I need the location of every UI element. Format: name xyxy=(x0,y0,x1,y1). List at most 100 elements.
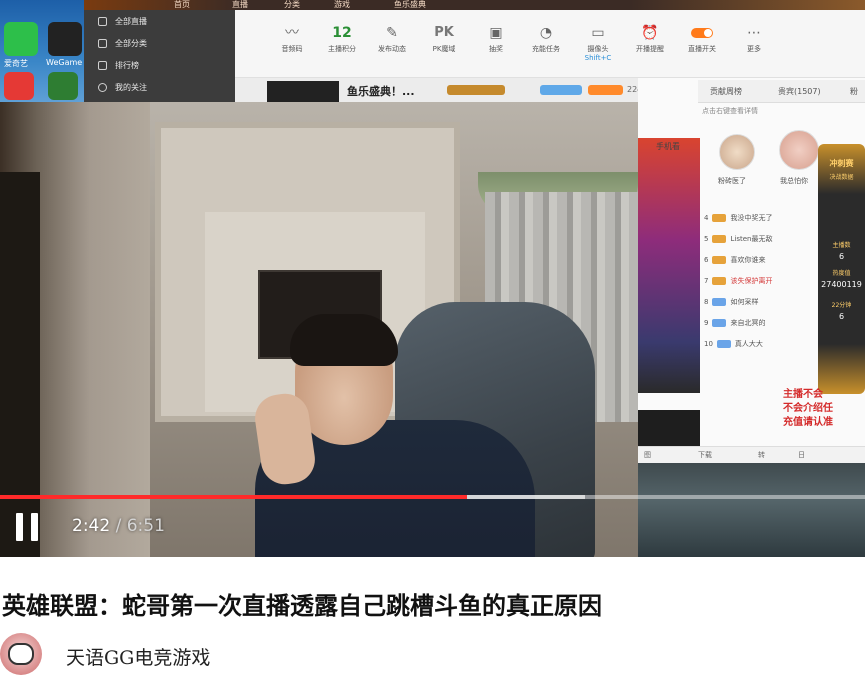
chat-tool: 下载 xyxy=(698,451,712,459)
wegame-app-icon xyxy=(48,22,82,56)
menu-label: 全部分类 xyxy=(115,39,147,48)
notice-line: 主播不会 xyxy=(783,389,823,400)
toolbar-item: ◔ 充能任务 xyxy=(524,24,568,54)
toolbar-label: PK魔域 xyxy=(432,45,456,53)
toolbar-label: 发布动态 xyxy=(378,45,406,53)
rank-number: 10 xyxy=(704,340,713,348)
notice-line: 不会介绍任 xyxy=(783,403,833,414)
event-value: 6 xyxy=(838,252,845,261)
toolbar-item: ✎ 发布动态 xyxy=(370,24,414,54)
panel-background-image xyxy=(638,463,865,557)
toolbar-label: 抽奖 xyxy=(489,45,503,53)
avatar xyxy=(719,134,755,170)
toolbar-label: 主播积分 xyxy=(328,45,356,53)
top-nav: 首页 直播 分类 游戏 鱼乐盛典 xyxy=(84,0,865,10)
category-menu: 全部直播 全部分类 排行榜 我的关注 xyxy=(84,10,235,102)
rank-name: 如何采样 xyxy=(730,298,759,306)
rank-name: Listen最无敌 xyxy=(730,235,773,243)
menu-item: 我的关注 xyxy=(98,82,147,93)
event-card: 冲刺赛 决战数据 主播数 6 热度值 27400119 22分钟 6 xyxy=(818,144,865,394)
event-value: 6 xyxy=(838,312,845,321)
chat-tool: 转 xyxy=(758,451,765,459)
rank-number: 4 xyxy=(704,214,709,222)
streamer-hair xyxy=(290,314,398,366)
mini-player xyxy=(638,410,700,446)
top-tab: 直播 xyxy=(232,0,248,9)
rank-row: 4 我没中奖无了 xyxy=(704,213,772,223)
channel-avatar[interactable] xyxy=(0,633,42,675)
panel-tab: 贵宾(1507) xyxy=(778,87,821,96)
toolbar-label: 音频码 xyxy=(281,45,303,53)
level-badge xyxy=(712,277,727,285)
menu-item: 全部直播 xyxy=(98,16,147,27)
cat-logo-icon xyxy=(8,643,34,665)
event-label: 决战数据 xyxy=(829,174,854,181)
rank-name: 该失保护离开 xyxy=(730,277,773,285)
edit-icon: ✎ xyxy=(386,25,398,41)
toolbar-label: 充能任务 xyxy=(532,45,560,53)
menu-item: 全部分类 xyxy=(98,38,147,49)
notice-line: 充值请认准 xyxy=(783,417,833,428)
top-tab: 游戏 xyxy=(334,0,350,9)
event-label: 22分钟 xyxy=(831,302,852,309)
app-icon xyxy=(4,72,34,100)
toolbar-item: ⏰ 开播提醒 xyxy=(628,24,672,54)
rank-name: 我没中奖无了 xyxy=(730,214,773,222)
top-fan-name: 我总怕你 xyxy=(780,177,808,185)
top-fan-name: 粉砖医了 xyxy=(718,177,746,185)
rank-row: 9 来自北冥的 xyxy=(704,318,765,328)
rank-number: 8 xyxy=(704,298,709,306)
toolbar-item: 12 主播积分 xyxy=(320,24,364,54)
event-label: 热度值 xyxy=(832,270,851,277)
video-title: 英雄联盟：蛇哥第一次直播透露自己跳槽斗鱼的真正原因 xyxy=(2,592,602,620)
progress-played xyxy=(0,495,468,499)
chat-toolbar: 图 下载 转 日 xyxy=(638,446,865,463)
menu-label: 我的关注 xyxy=(115,83,147,92)
toolbar-item: PK PK魔域 xyxy=(422,24,466,54)
menu-label: 排行榜 xyxy=(115,61,139,70)
badge xyxy=(588,85,623,95)
level-badge xyxy=(716,340,731,348)
time-separator: / xyxy=(110,516,127,536)
rank-name: 真人大大 xyxy=(734,340,763,348)
app-icon xyxy=(48,72,78,100)
desktop-label: 爱奇艺 xyxy=(4,59,28,68)
ad-banner xyxy=(638,138,700,393)
toolbar-item: ▭ 摄像头 Shift+C xyxy=(576,24,620,62)
panel-tab: 贡献周榜 xyxy=(710,87,742,96)
rank-row: 10 真人大大 xyxy=(704,339,763,349)
phone-watch-label: 手机看 xyxy=(656,142,680,151)
level-badge xyxy=(712,214,727,222)
menu-item: 排行榜 xyxy=(98,60,139,71)
stream-side-panel: 手机看 贡献周榜 贵宾(1507) 粉 点击右键查看详情 粉砖医了 我总怕你 4… xyxy=(638,78,865,557)
toolbar-item: 〰音频码 xyxy=(270,24,314,54)
doorway xyxy=(0,172,40,557)
toolbar-label: 直播开关 xyxy=(688,45,716,53)
rank-number: 7 xyxy=(704,277,709,285)
monitor-icon: ▭ xyxy=(591,25,605,41)
top-tab: 鱼乐盛典 xyxy=(394,0,426,9)
toolbar-label: 摄像头 xyxy=(587,45,609,53)
pause-button[interactable] xyxy=(14,513,40,543)
waveform-icon: 〰 xyxy=(285,25,299,41)
pk-text: PK xyxy=(434,25,454,40)
pause-icon xyxy=(31,513,38,541)
badge xyxy=(540,85,582,95)
level-badge xyxy=(712,235,727,243)
heart-icon xyxy=(98,83,107,92)
ranking-icon xyxy=(98,61,107,70)
desktop-label: WeGame xyxy=(46,58,83,67)
live-toggle-icon xyxy=(691,28,713,38)
rank-name: 喜欢你谁来 xyxy=(730,256,766,264)
chat-notice: 主播不会 不会介绍任 充值请认准 xyxy=(783,388,833,430)
channel-name[interactable]: 天语GG电竞游戏 xyxy=(66,643,210,670)
score-value: 12 xyxy=(332,25,352,41)
chat-tool: 图 xyxy=(644,451,651,459)
video-player[interactable]: 爱奇艺 WeGame 首页 直播 分类 游戏 鱼乐盛典 全部直播 全部分类 排行… xyxy=(0,0,865,557)
top-tab: 分类 xyxy=(284,0,300,9)
play-icon xyxy=(98,17,107,26)
toolbar-item: 直播开关 xyxy=(680,24,724,54)
toolbar-item: ▣ 抽奖 xyxy=(474,24,518,54)
panel-hint: 点击右键查看详情 xyxy=(702,107,758,115)
pause-icon xyxy=(16,513,23,541)
